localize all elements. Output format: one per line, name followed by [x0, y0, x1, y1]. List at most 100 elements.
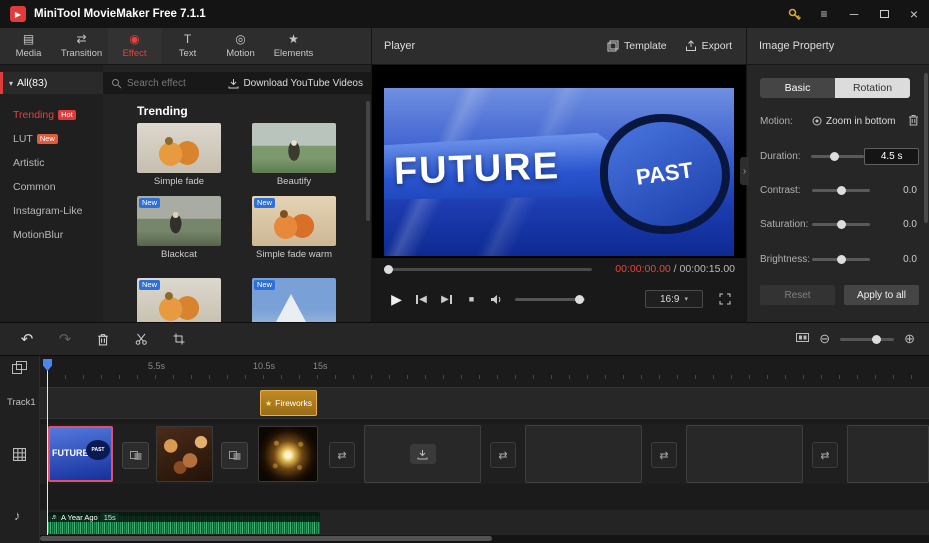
brightness-value: 0.0: [903, 253, 917, 265]
duration-value[interactable]: 4.5 s: [864, 147, 919, 165]
delete-button[interactable]: [84, 322, 122, 356]
timeline-gutter: Track1 ♪: [0, 356, 40, 543]
seek-handle[interactable]: [384, 264, 393, 274]
video-clip-selected[interactable]: FUTURE PAST: [48, 426, 113, 482]
collapse-panel-handle[interactable]: ›: [740, 157, 749, 185]
maximize-button[interactable]: [869, 0, 899, 28]
timeline-ruler[interactable]: [47, 375, 929, 379]
category-trending[interactable]: Trending Hot: [0, 103, 103, 127]
tab-text[interactable]: T Text: [161, 28, 214, 64]
video-preview: FUTURE PAST: [384, 88, 734, 256]
tab-elements[interactable]: ★ Elements: [267, 28, 320, 64]
volume-button[interactable]: [484, 288, 509, 310]
image-property-title: Image Property: [759, 40, 835, 52]
transition-clip[interactable]: [221, 442, 248, 469]
saturation-slider[interactable]: [812, 219, 870, 229]
volume-slider[interactable]: [515, 294, 585, 304]
seek-bar[interactable]: [384, 264, 592, 274]
redo-button[interactable]: ↷: [46, 322, 84, 356]
effects-scrollbar[interactable]: [366, 101, 370, 221]
transition-placeholder[interactable]: ⇄: [329, 442, 355, 468]
contrast-slider-handle[interactable]: [837, 185, 846, 195]
transition-placeholder[interactable]: ⇄: [812, 442, 838, 468]
next-frame-button[interactable]: ▶: [434, 288, 459, 310]
category-instagram-like[interactable]: Instagram-Like: [0, 199, 103, 223]
empty-clip-placeholder[interactable]: [364, 425, 481, 483]
undo-button[interactable]: ↶: [8, 322, 46, 356]
saturation-slider-handle[interactable]: [837, 219, 846, 229]
zoom-in-button[interactable]: ⊕: [904, 331, 915, 347]
tab-effect[interactable]: ◉ Effect: [108, 28, 161, 64]
tab-rotation[interactable]: Rotation: [835, 78, 910, 98]
duration-slider[interactable]: [810, 151, 865, 161]
effect-thumbnail-beautify[interactable]: [252, 123, 336, 173]
empty-clip-placeholder[interactable]: [686, 425, 803, 483]
contrast-slider[interactable]: [812, 185, 870, 195]
menu-button[interactable]: ≡: [809, 0, 839, 28]
filter-all-dropdown[interactable]: ▾ All(83): [0, 72, 103, 94]
template-button[interactable]: Template: [607, 40, 667, 52]
transition-placeholder[interactable]: ⇄: [651, 442, 677, 468]
chevron-down-icon: ▾: [9, 78, 14, 88]
timeline-scrollbar[interactable]: [40, 536, 492, 541]
effect-thumbnail-blackcat[interactable]: New: [137, 196, 221, 246]
tab-basic[interactable]: Basic: [760, 78, 835, 98]
new-badge: New: [139, 280, 161, 290]
add-media-button[interactable]: [409, 444, 436, 464]
effect-thumbnail-simple-fade-warm[interactable]: New: [252, 196, 336, 246]
apply-to-all-button[interactable]: Apply to all: [844, 285, 919, 305]
play-button[interactable]: ▶: [384, 288, 409, 310]
download-youtube-link[interactable]: Download YouTube Videos: [228, 78, 363, 89]
minimize-button[interactable]: ─: [839, 0, 869, 28]
timeline-zoom-handle[interactable]: [872, 334, 882, 344]
crop-button[interactable]: [160, 322, 198, 356]
brightness-slider-handle[interactable]: [837, 254, 846, 264]
tab-media[interactable]: ▤ Media: [2, 28, 55, 64]
video-clip-food[interactable]: [156, 426, 213, 482]
timeline-toolbar: ↶ ↷ ⊖ ⊕: [0, 322, 929, 356]
aspect-ratio-select[interactable]: 16:9 ▾: [645, 290, 703, 308]
next-frame-icon: ▶: [441, 293, 449, 305]
stop-button[interactable]: ■: [459, 288, 484, 310]
time-display: 00:00:00.00 / 00:00:15.00: [615, 263, 735, 275]
fireworks-element-clip[interactable]: ★ Fireworks: [260, 390, 317, 416]
category-artistic[interactable]: Artistic: [0, 151, 103, 175]
effect-thumbnail[interactable]: New: [252, 278, 336, 322]
empty-clip-placeholder[interactable]: [847, 425, 929, 483]
playhead-handle[interactable]: [43, 359, 52, 371]
volume-handle[interactable]: [575, 294, 584, 304]
fullscreen-button[interactable]: [716, 290, 734, 308]
playhead-line[interactable]: [47, 359, 48, 535]
register-key-button[interactable]: [779, 0, 809, 28]
music-clip[interactable]: ♬ A Year Ago 15s: [48, 512, 320, 534]
reset-button[interactable]: Reset: [760, 285, 835, 305]
category-common[interactable]: Common: [0, 175, 103, 199]
effect-thumbnail-simple-fade[interactable]: [137, 123, 221, 173]
previous-frame-button[interactable]: ◀: [409, 288, 434, 310]
element-icon: ★: [265, 398, 273, 408]
category-lut[interactable]: LUT New: [0, 127, 103, 151]
search-input[interactable]: [127, 77, 223, 89]
export-button[interactable]: Export: [685, 40, 732, 52]
tab-motion[interactable]: ◎ Motion: [214, 28, 267, 64]
zoom-out-button[interactable]: ⊖: [819, 331, 830, 347]
category-motionblur[interactable]: MotionBlur: [0, 223, 103, 247]
timeline-zoom-slider[interactable]: [840, 334, 895, 344]
effects-panel: Download YouTube Videos Trending Simple …: [103, 65, 371, 322]
effect-thumbnail[interactable]: New: [137, 278, 221, 322]
property-scrollbar[interactable]: [924, 73, 928, 223]
brightness-slider[interactable]: [812, 254, 870, 264]
video-clip-fireworks[interactable]: [258, 426, 318, 482]
tab-transition[interactable]: ⇄ Transition: [55, 28, 108, 64]
player-panel: FUTURE PAST 00:00:00.00 / 00:00:15.00 ▶ …: [371, 65, 747, 322]
empty-clip-placeholder[interactable]: [525, 425, 642, 483]
split-button[interactable]: [122, 322, 160, 356]
duration-slider-handle[interactable]: [829, 151, 839, 161]
delete-motion-button[interactable]: [908, 114, 919, 129]
close-button[interactable]: ×: [899, 0, 929, 28]
manage-tracks-button[interactable]: [12, 361, 27, 377]
transition-placeholder[interactable]: ⇄: [490, 442, 516, 468]
duration-row: Duration: 4.5 s: [760, 147, 919, 165]
fit-timeline-button[interactable]: [796, 332, 810, 346]
transition-clip[interactable]: [122, 442, 149, 469]
